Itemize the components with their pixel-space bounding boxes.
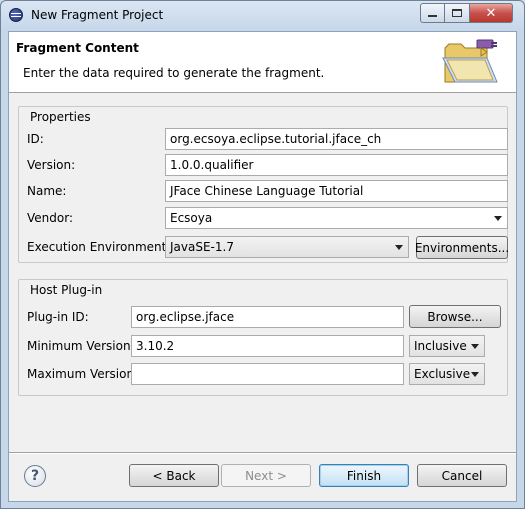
eclipse-icon xyxy=(9,8,23,22)
maximize-button[interactable] xyxy=(445,3,470,23)
name-label: Name: xyxy=(27,184,67,198)
chevron-down-icon xyxy=(395,245,403,250)
properties-group-title: Properties xyxy=(29,110,92,124)
next-button[interactable]: Next > xyxy=(221,464,311,487)
execution-environment-label: Execution Environment: xyxy=(27,240,171,254)
chevron-down-icon xyxy=(471,344,479,349)
maximum-version-label: Maximum Version: xyxy=(27,367,139,381)
chevron-down-icon xyxy=(471,372,479,377)
vendor-label: Vendor: xyxy=(27,211,73,225)
plugin-id-field[interactable]: org.eclipse.jface xyxy=(131,306,404,328)
page-title: Fragment Content xyxy=(16,41,139,55)
maximum-inclusive-value: Exclusive xyxy=(414,367,471,381)
maximize-icon xyxy=(452,9,462,17)
execution-environment-value: JavaSE-1.7 xyxy=(170,240,234,254)
minimum-inclusive-combo[interactable]: Inclusive xyxy=(409,335,485,357)
properties-group: Properties ID: org.ecsoya.eclipse.tutori… xyxy=(18,106,509,263)
chevron-down-icon xyxy=(494,216,502,221)
finish-button[interactable]: Finish xyxy=(319,464,409,487)
dialog-window: New Fragment Project ✕ Fragment Content … xyxy=(0,0,525,509)
cancel-button[interactable]: Cancel xyxy=(417,464,507,487)
minimum-inclusive-value: Inclusive xyxy=(414,339,467,353)
minimum-version-label: Minimum Version: xyxy=(27,339,135,353)
browse-button[interactable]: Browse... xyxy=(409,305,501,328)
title-bar[interactable]: New Fragment Project ✕ xyxy=(1,1,524,31)
vendor-value: Ecsoya xyxy=(170,211,213,225)
plugin-id-label: Plug-in ID: xyxy=(27,310,89,324)
version-field[interactable]: 1.0.0.qualifier xyxy=(165,154,508,176)
close-icon: ✕ xyxy=(485,5,497,21)
id-field[interactable]: org.ecsoya.eclipse.tutorial.jface_ch xyxy=(165,128,508,150)
maximum-version-field[interactable] xyxy=(131,363,404,385)
environments-button[interactable]: Environments... xyxy=(415,236,509,259)
execution-environment-combo[interactable]: JavaSE-1.7 xyxy=(165,236,409,258)
host-plugin-group-title: Host Plug-in xyxy=(29,283,104,297)
minimum-version-field[interactable]: 3.10.2 xyxy=(131,335,404,357)
close-button[interactable]: ✕ xyxy=(470,3,513,23)
help-icon[interactable]: ? xyxy=(24,465,46,487)
maximum-inclusive-combo[interactable]: Exclusive xyxy=(409,363,485,385)
window-title: New Fragment Project xyxy=(31,8,164,22)
name-field[interactable]: JFace Chinese Language Tutorial xyxy=(165,180,508,202)
page-description: Enter the data required to generate the … xyxy=(23,66,325,80)
folder-plug-icon xyxy=(442,39,498,83)
back-button[interactable]: < Back xyxy=(129,464,219,487)
minimize-button[interactable] xyxy=(420,3,445,23)
footer-separator xyxy=(9,452,516,454)
id-label: ID: xyxy=(27,132,44,146)
minimize-icon xyxy=(428,15,437,17)
version-label: Version: xyxy=(27,158,76,172)
dialog-client-area: Fragment Content Enter the data required… xyxy=(8,31,517,502)
wizard-header: Fragment Content Enter the data required… xyxy=(9,32,516,93)
host-plugin-group: Host Plug-in Plug-in ID: org.eclipse.jfa… xyxy=(18,279,508,396)
vendor-combo[interactable]: Ecsoya xyxy=(165,207,508,229)
